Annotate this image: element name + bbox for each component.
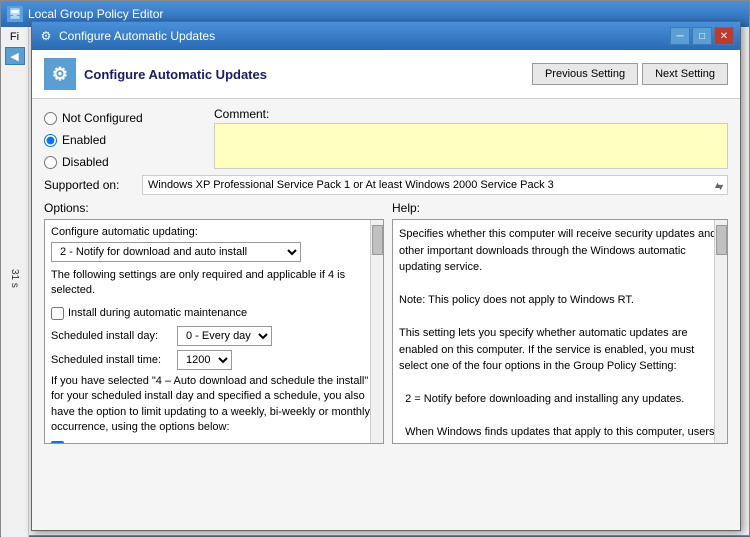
close-button[interactable]: ✕	[714, 27, 734, 45]
install-maintenance-label: Install during automatic maintenance	[68, 307, 247, 319]
help-box: Specifies whether this computer will rec…	[392, 219, 728, 444]
install-maintenance-row[interactable]: Install during automatic maintenance	[51, 307, 377, 320]
scheduled-day-label: Scheduled install day:	[51, 330, 171, 342]
help-panel: Help: Specifies whether this computer wi…	[392, 201, 728, 444]
configure-dropdown-row: 2 - Notify for download and auto install	[51, 242, 377, 262]
dialog-content: Not Configured Enabled Disabled Comment:	[32, 99, 740, 452]
inner-title-left: ⚙ Configure Automatic Updates	[38, 28, 215, 44]
previous-setting-button[interactable]: Previous Setting	[532, 63, 638, 85]
outer-window: 🖥 Local Group Policy Editor Fi ◀ 31 s ⚙ …	[0, 0, 750, 536]
configure-dropdown[interactable]: 2 - Notify for download and auto install	[51, 242, 301, 262]
file-menu-label[interactable]: Fi	[10, 31, 19, 43]
radio-group: Not Configured Enabled Disabled	[44, 107, 204, 169]
dialog-header-title: ⚙ Configure Automatic Updates	[44, 58, 267, 90]
options-box: Configure automatic updating: 2 - Notify…	[44, 219, 384, 444]
restore-button[interactable]: □	[692, 27, 712, 45]
radio-not-configured-label: Not Configured	[62, 111, 143, 125]
dialog-header-label: Configure Automatic Updates	[84, 67, 267, 82]
options-note-text: The following settings are only required…	[51, 268, 377, 299]
help-scrollbar[interactable]	[714, 220, 727, 443]
scheduled-time-dropdown[interactable]: 1200	[177, 350, 232, 370]
scheduled-time-row: Scheduled install time: 1200	[51, 350, 377, 370]
help-label: Help:	[392, 201, 728, 215]
dialog-icon: ⚙	[38, 28, 54, 44]
inner-dialog-title: Configure Automatic Updates	[59, 29, 215, 43]
window-controls: ─ □ ✕	[670, 27, 734, 45]
radio-disabled-label: Disabled	[62, 155, 109, 169]
next-setting-button[interactable]: Next Setting	[642, 63, 728, 85]
comment-section: Comment:	[214, 107, 728, 169]
scheduled-day-row: Scheduled install day: 0 - Every day	[51, 326, 377, 346]
every-week-label: Every week	[68, 442, 125, 444]
back-button[interactable]: ◀	[5, 47, 25, 65]
help-scrollbar-thumb[interactable]	[716, 225, 727, 255]
dialog-header: ⚙ Configure Automatic Updates Previous S…	[32, 50, 740, 99]
outer-title-left: 🖥 Local Group Policy Editor	[7, 6, 163, 22]
help-text: Specifies whether this computer will rec…	[399, 228, 719, 444]
supported-label: Supported on:	[44, 178, 134, 192]
radio-not-configured[interactable]: Not Configured	[44, 111, 204, 125]
options-scrollbar[interactable]	[370, 220, 383, 443]
outer-window-icon: 🖥	[7, 6, 23, 22]
header-icon: ⚙	[44, 58, 76, 90]
install-maintenance-checkbox[interactable]	[51, 307, 64, 320]
inner-titlebar: ⚙ Configure Automatic Updates ─ □ ✕	[32, 22, 740, 50]
radio-enabled-input[interactable]	[44, 134, 57, 147]
configure-label: Configure automatic updating:	[51, 226, 377, 238]
radio-enabled-label: Enabled	[62, 133, 106, 147]
supported-value-inner: Windows XP Professional Service Pack 1 o…	[148, 179, 722, 191]
options-help-row: Options: Configure automatic updating: 2…	[44, 201, 728, 444]
radio-not-configured-input[interactable]	[44, 112, 57, 125]
page-number: 31 s	[9, 269, 20, 288]
radio-disabled[interactable]: Disabled	[44, 155, 204, 169]
options-label: Options:	[44, 201, 384, 215]
inner-dialog: ⚙ Configure Automatic Updates ─ □ ✕ ⚙ Co…	[31, 21, 741, 531]
options-scrollbar-thumb[interactable]	[372, 225, 383, 255]
comment-label: Comment:	[214, 107, 728, 121]
comment-textarea[interactable]	[214, 123, 728, 169]
every-week-checkbox[interactable]	[51, 441, 64, 444]
every-week-row[interactable]: Every week	[51, 441, 377, 444]
supported-row: Supported on: Windows XP Professional Se…	[44, 175, 728, 195]
radio-enabled[interactable]: Enabled	[44, 133, 204, 147]
supported-text: Windows XP Professional Service Pack 1 o…	[148, 179, 554, 191]
minimize-button[interactable]: ─	[670, 27, 690, 45]
options-panel: Options: Configure automatic updating: 2…	[44, 201, 384, 444]
nav-buttons: Previous Setting Next Setting	[532, 63, 728, 85]
radio-disabled-input[interactable]	[44, 156, 57, 169]
scheduled-time-label: Scheduled install time:	[51, 354, 171, 366]
supported-value: Windows XP Professional Service Pack 1 o…	[142, 175, 728, 195]
supported-scroll-down: ▼	[716, 182, 725, 192]
left-strip: Fi ◀ 31 s	[1, 27, 29, 537]
outer-window-title: Local Group Policy Editor	[28, 7, 163, 21]
top-section: Not Configured Enabled Disabled Comment:	[44, 107, 728, 169]
scheduled-day-dropdown[interactable]: 0 - Every day	[177, 326, 272, 346]
options-note-below: If you have selected "4 – Auto download …	[51, 374, 377, 436]
